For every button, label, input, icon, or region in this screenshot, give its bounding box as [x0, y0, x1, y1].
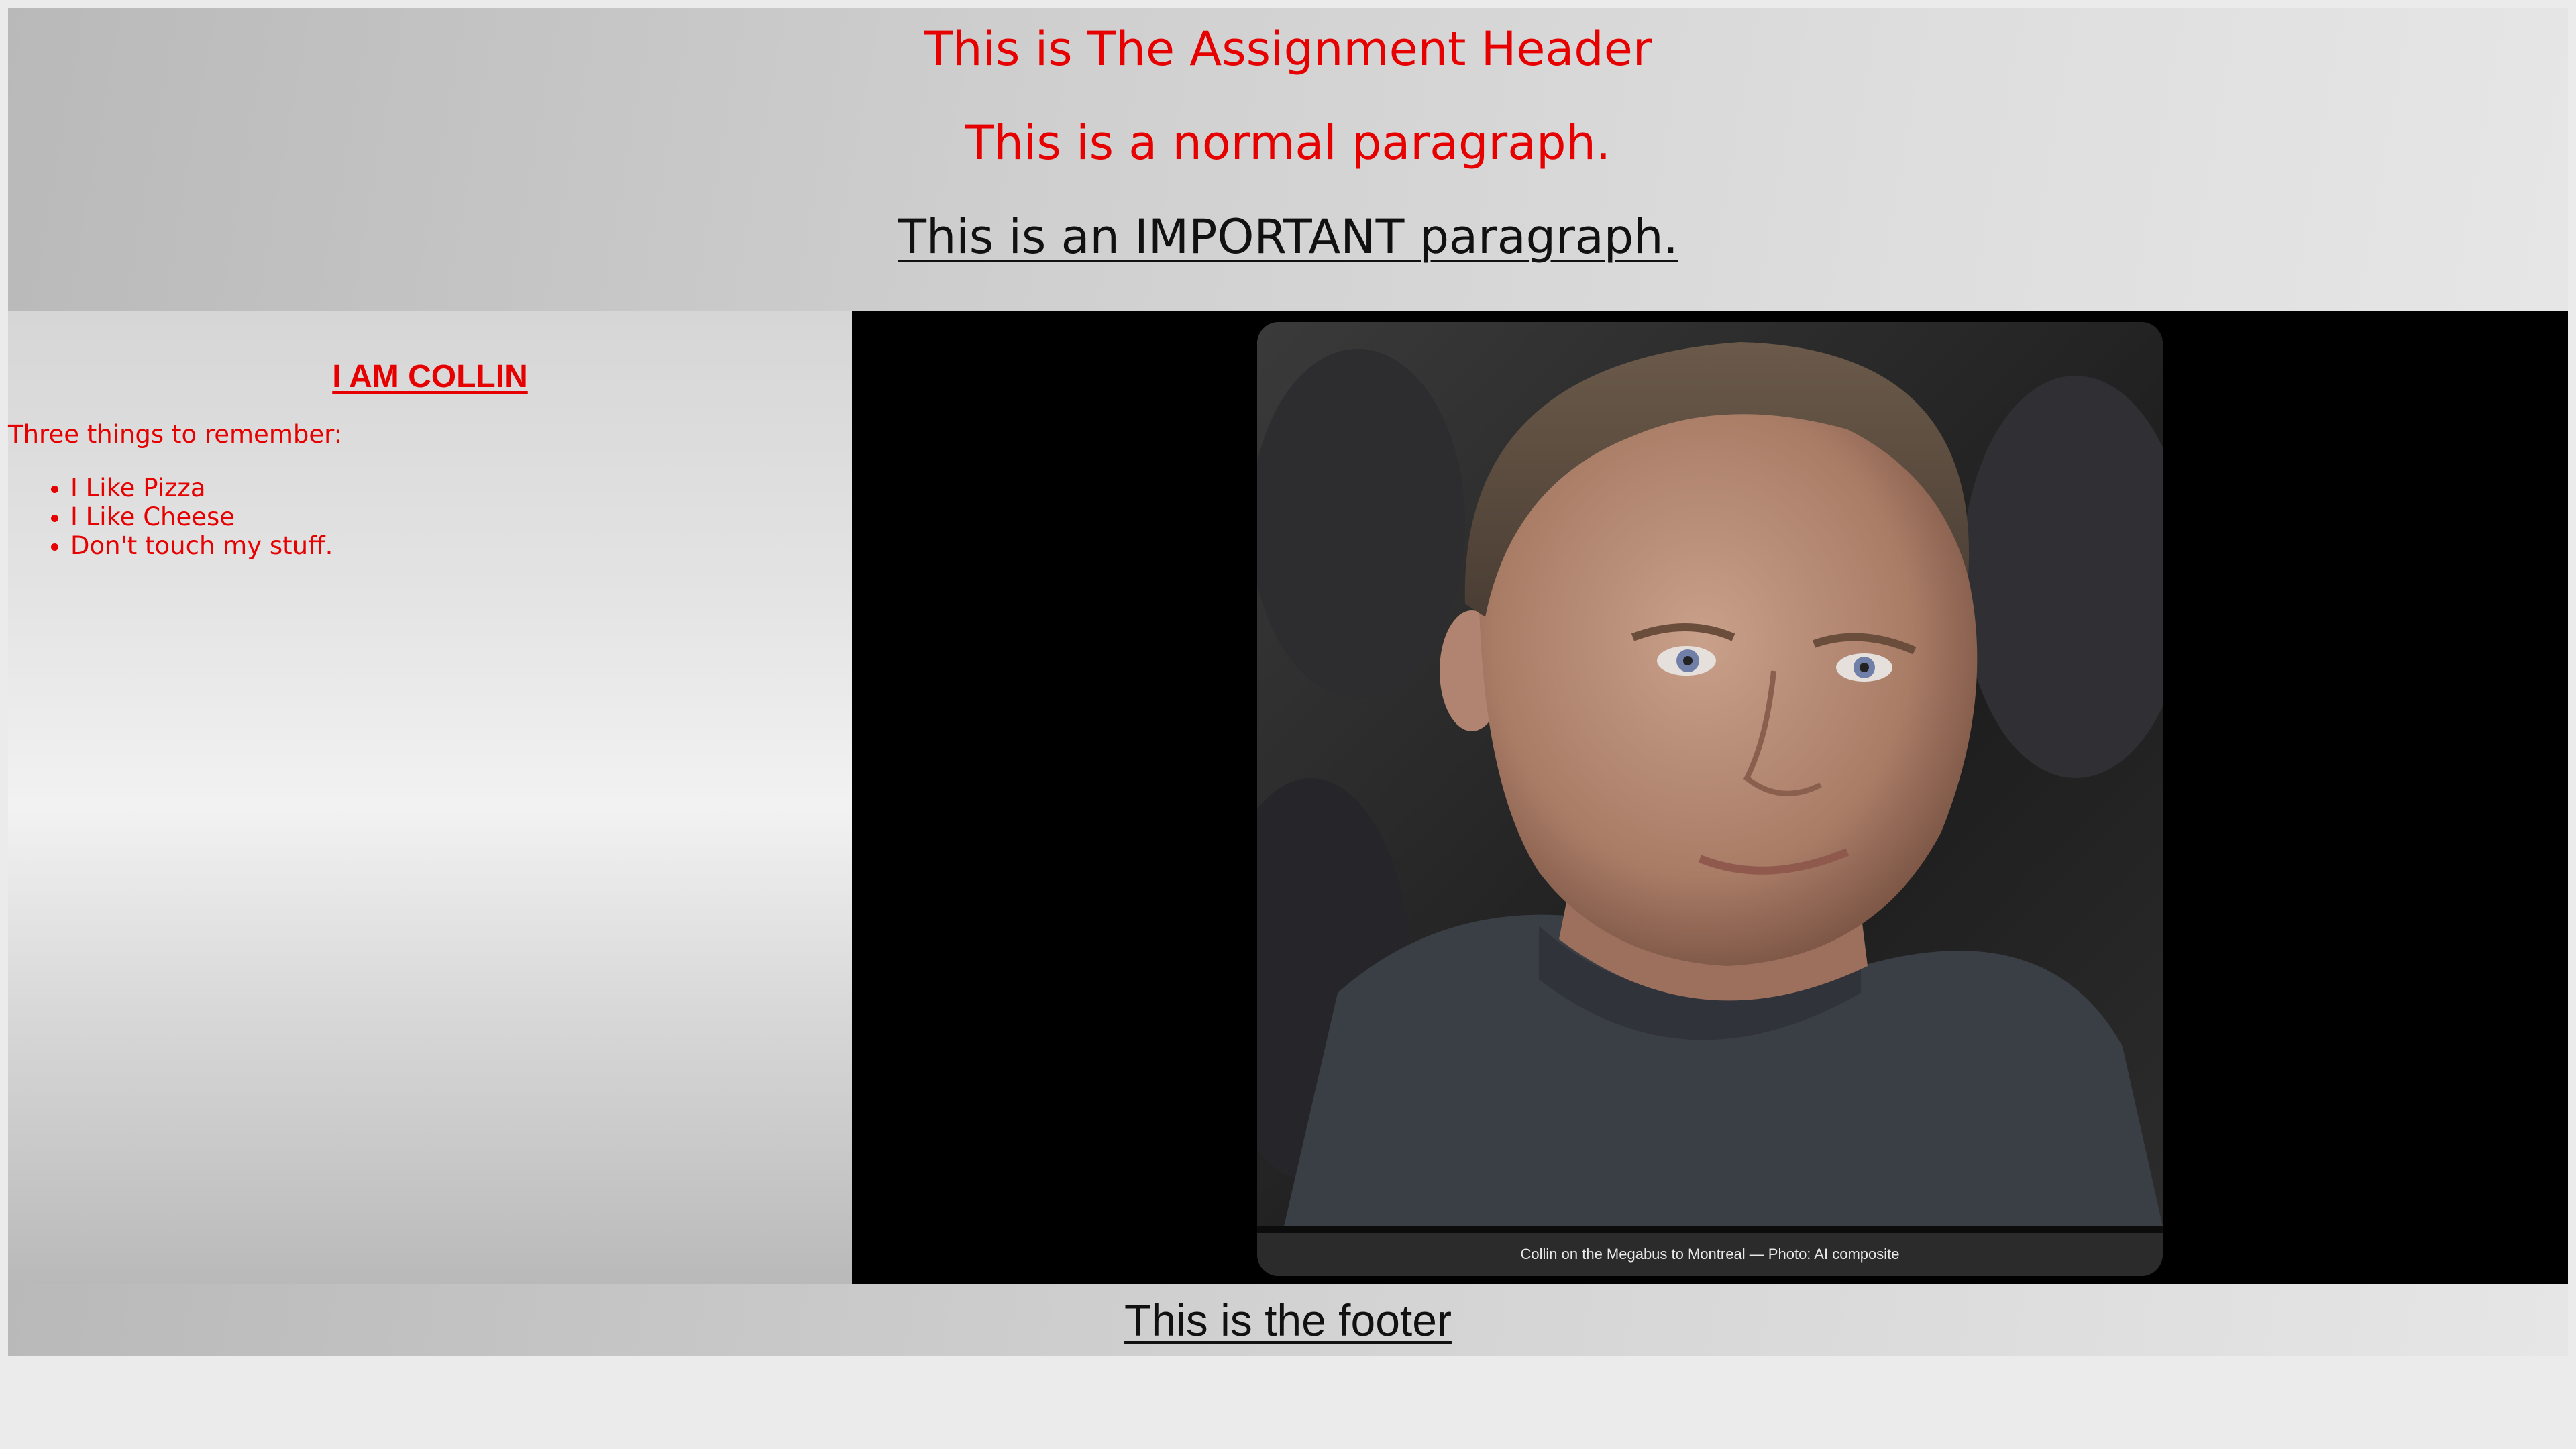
photo-caption: Collin on the Megabus to Montreal — Phot…	[1257, 1226, 2163, 1276]
assignment-header-title: This is The Assignment Header	[924, 21, 1652, 76]
footer-text: This is the footer	[1124, 1295, 1452, 1345]
portrait-photo	[1257, 322, 2163, 1226]
main-content: Collin on the Megabus to Montreal — Phot…	[852, 311, 2568, 1284]
list-item: Don't touch my stuff.	[70, 531, 333, 560]
header: This is The Assignment Header This is a …	[8, 8, 2568, 311]
sidebar: I AM COLLIN Three things to remember: I …	[8, 311, 852, 1284]
normal-paragraph: This is a normal paragraph.	[965, 115, 1611, 170]
list-item: I Like Cheese	[70, 502, 333, 531]
content-row: I AM COLLIN Three things to remember: I …	[8, 311, 2568, 1284]
page: This is The Assignment Header This is a …	[8, 8, 2568, 1356]
important-paragraph: This is an IMPORTANT paragraph.	[898, 209, 1678, 264]
list-item: I Like Pizza	[70, 474, 333, 502]
photo-card: Collin on the Megabus to Montreal — Phot…	[1257, 322, 2163, 1276]
remember-list: I Like Pizza I Like Cheese Don't touch m…	[8, 474, 333, 560]
sidebar-name-heading: I AM COLLIN	[332, 359, 528, 394]
sidebar-intro-text: Three things to remember:	[8, 420, 343, 449]
footer: This is the footer	[8, 1284, 2568, 1356]
